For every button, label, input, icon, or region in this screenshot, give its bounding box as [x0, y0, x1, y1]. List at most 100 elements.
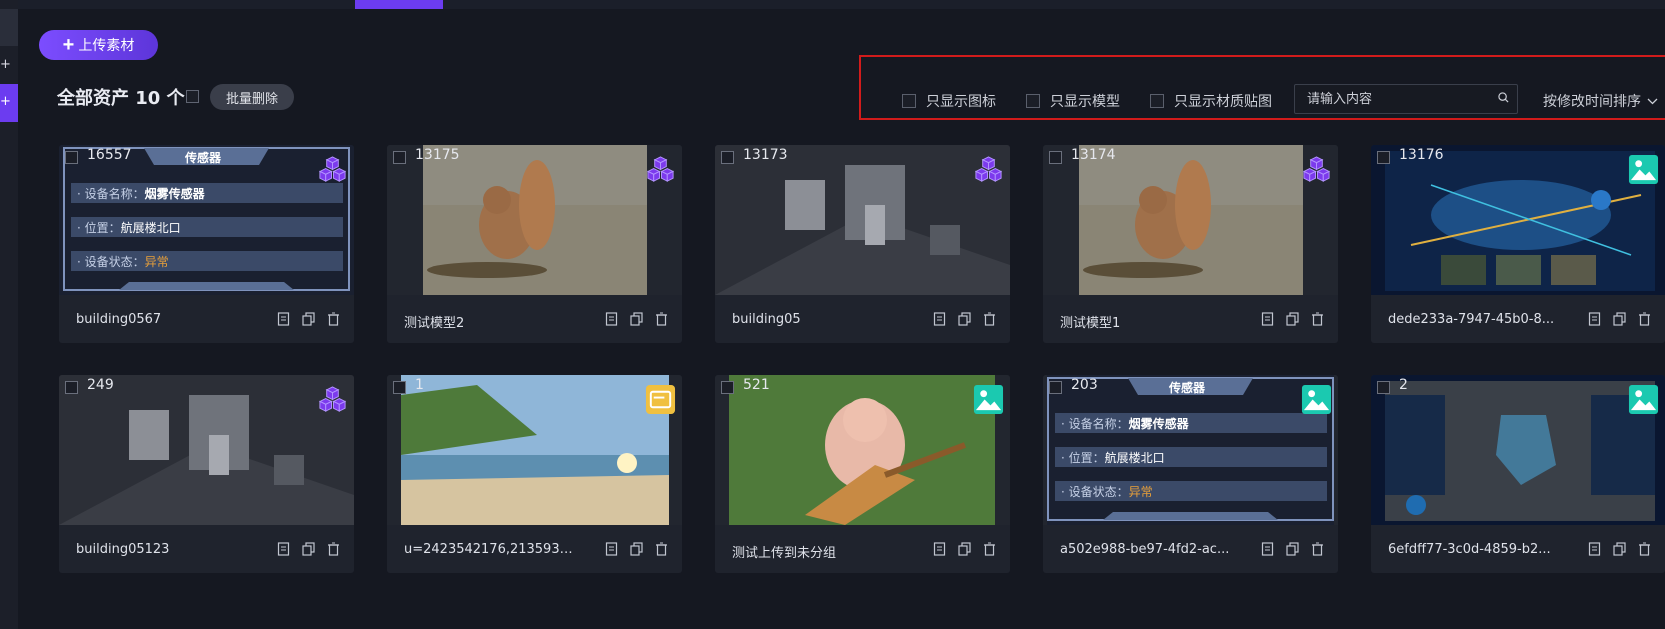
delete-icon[interactable] — [1311, 311, 1324, 326]
asset-thumbnail[interactable] — [1371, 375, 1665, 525]
delete-icon[interactable] — [1638, 311, 1651, 326]
asset-actions — [277, 311, 340, 326]
filter-label: 只显示模型 — [1050, 94, 1120, 110]
asset-thumbnail[interactable]: 传感器 · 设备名称：烟雾传感器 · 位置：航展楼北口 · 设备状态：异常 — [59, 145, 354, 295]
filter-checkbox[interactable] — [1150, 94, 1164, 108]
asset-count: 13173 — [743, 147, 788, 163]
detail-icon[interactable] — [277, 541, 290, 556]
filter-textures-only[interactable]: 只显示材质贴图 — [1150, 91, 1272, 111]
asset-thumbnail[interactable] — [715, 145, 1010, 295]
asset-name: building05 — [732, 312, 801, 327]
detail-icon[interactable] — [1588, 311, 1601, 326]
copy-icon[interactable] — [1613, 541, 1626, 556]
delete-icon[interactable] — [983, 311, 996, 326]
asset-actions — [1261, 541, 1324, 556]
asset-count: 2 — [1399, 377, 1408, 393]
copy-icon[interactable] — [302, 541, 315, 556]
asset-card[interactable]: 2 6efdff77-3c0d-4859-b2... — [1371, 375, 1665, 573]
asset-card[interactable]: 传感器 · 设备名称：烟雾传感器 · 位置：航展楼北口 · 设备状态：异常 16… — [59, 145, 354, 343]
delete-icon[interactable] — [655, 311, 668, 326]
delete-icon[interactable] — [1311, 541, 1324, 556]
asset-actions — [605, 541, 668, 556]
top-tab-active[interactable] — [355, 0, 443, 9]
asset-thumbnail[interactable] — [715, 375, 1010, 525]
detail-icon[interactable] — [933, 311, 946, 326]
sensor-row: · 位置：航展楼北口 — [77, 221, 181, 235]
asset-actions — [933, 541, 996, 556]
filter-icons-only[interactable]: 只显示图标 — [902, 91, 996, 111]
asset-actions — [605, 311, 668, 326]
top-tab-strip — [0, 0, 1665, 9]
asset-checkbox[interactable] — [65, 381, 78, 394]
asset-card[interactable]: 13173 building05 — [715, 145, 1010, 343]
asset-checkbox[interactable] — [1377, 381, 1390, 394]
asset-thumbnail[interactable] — [1043, 145, 1338, 295]
filter-models-only[interactable]: 只显示模型 — [1026, 91, 1120, 111]
asset-thumbnail[interactable] — [59, 375, 354, 525]
filter-checkbox[interactable] — [902, 94, 916, 108]
asset-card[interactable]: 13175 测试模型2 — [387, 145, 682, 343]
search-icon[interactable] — [1498, 92, 1509, 103]
chevron-down-icon — [1647, 98, 1658, 104]
asset-count: 13174 — [1071, 147, 1116, 163]
asset-checkbox[interactable] — [721, 151, 734, 164]
asset-card[interactable]: 传感器 · 设备名称：烟雾传感器 · 位置：航展楼北口 · 设备状态：异常 20… — [1043, 375, 1338, 573]
detail-icon[interactable] — [1261, 541, 1274, 556]
batch-delete-button[interactable]: 批量删除 — [210, 84, 294, 110]
detail-icon[interactable] — [1261, 311, 1274, 326]
asset-card[interactable]: 13174 测试模型1 — [1043, 145, 1338, 343]
page-title: 全部资产 10 个 — [57, 88, 185, 109]
delete-icon[interactable] — [655, 541, 668, 556]
asset-checkbox[interactable] — [393, 151, 406, 164]
copy-icon[interactable] — [1286, 541, 1299, 556]
detail-icon[interactable] — [277, 311, 290, 326]
asset-card[interactable]: 1 u=2423542176,2135932... — [387, 375, 682, 573]
asset-checkbox[interactable] — [1049, 151, 1062, 164]
copy-icon[interactable] — [958, 541, 971, 556]
delete-icon[interactable] — [327, 311, 340, 326]
sensor-value: 异常 — [144, 255, 169, 269]
search-input[interactable] — [1305, 91, 1489, 108]
copy-icon[interactable] — [630, 541, 643, 556]
search-box[interactable] — [1294, 84, 1518, 114]
detail-icon[interactable] — [605, 311, 618, 326]
copy-icon[interactable] — [1286, 311, 1299, 326]
asset-thumbnail[interactable] — [387, 145, 682, 295]
sort-dropdown[interactable]: 按修改时间排序 — [1543, 91, 1658, 111]
select-all-checkbox[interactable] — [186, 90, 199, 103]
asset-thumbnail[interactable]: 传感器 · 设备名称：烟雾传感器 · 位置：航展楼北口 · 设备状态：异常 — [1043, 375, 1338, 525]
upload-button[interactable]: + 上传素材 — [39, 30, 158, 60]
filter-checkbox[interactable] — [1026, 94, 1040, 108]
copy-icon[interactable] — [302, 311, 315, 326]
asset-name: dede233a-7947-45b0-8... — [1388, 312, 1555, 327]
detail-icon[interactable] — [933, 541, 946, 556]
sensor-value: 异常 — [1128, 485, 1153, 499]
asset-card[interactable]: 13176 dede233a-7947-45b0-8... — [1371, 145, 1665, 343]
delete-icon[interactable] — [327, 541, 340, 556]
asset-name: building05123 — [76, 542, 170, 557]
copy-icon[interactable] — [630, 311, 643, 326]
upload-button-label: 上传素材 — [78, 37, 135, 53]
asset-card[interactable]: 249 building05123 — [59, 375, 354, 573]
asset-checkbox[interactable] — [393, 381, 406, 394]
left-rail-tab[interactable] — [0, 9, 18, 46]
delete-icon[interactable] — [983, 541, 996, 556]
copy-icon[interactable] — [1613, 311, 1626, 326]
asset-actions — [1588, 311, 1651, 326]
asset-card[interactable]: 521 测试上传到未分组 — [715, 375, 1010, 573]
left-rail-tab-active[interactable]: + — [0, 84, 18, 122]
detail-icon[interactable] — [605, 541, 618, 556]
left-rail-add-icon[interactable]: + — [0, 57, 11, 72]
sensor-title: 传感器 — [1169, 381, 1206, 395]
asset-checkbox[interactable] — [65, 151, 78, 164]
asset-checkbox[interactable] — [1377, 151, 1390, 164]
asset-thumbnail[interactable] — [1371, 145, 1665, 295]
sensor-row: · 设备名称：烟雾传感器 — [77, 187, 205, 201]
detail-icon[interactable] — [1588, 541, 1601, 556]
copy-icon[interactable] — [958, 311, 971, 326]
model-icon — [318, 386, 347, 412]
asset-checkbox[interactable] — [1049, 381, 1062, 394]
delete-icon[interactable] — [1638, 541, 1651, 556]
asset-thumbnail[interactable] — [387, 375, 682, 525]
asset-checkbox[interactable] — [721, 381, 734, 394]
